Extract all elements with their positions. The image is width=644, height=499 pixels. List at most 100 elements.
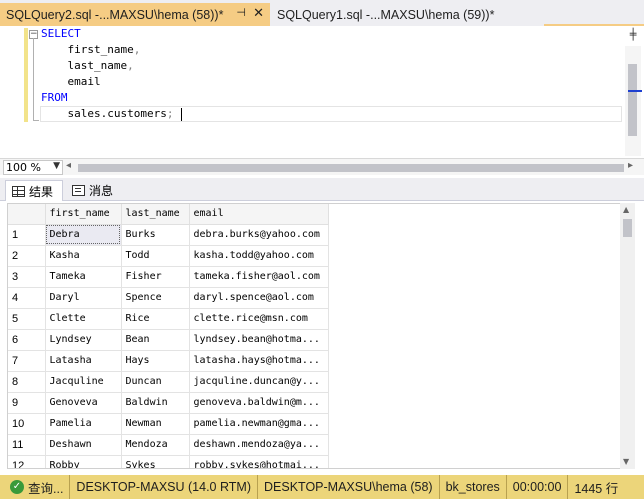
- cell-first-name[interactable]: Pamelia: [45, 413, 122, 435]
- cell-email[interactable]: robby.sykes@hotmai...: [189, 455, 329, 468]
- cell-first-name[interactable]: Robby: [45, 455, 122, 468]
- cell-first-name[interactable]: Lyndsey: [45, 329, 122, 351]
- cell-last-name[interactable]: Rice: [121, 308, 190, 330]
- row-number[interactable]: 9: [8, 392, 46, 414]
- cell-email[interactable]: debra.burks@yahoo.com: [189, 224, 329, 246]
- cell-email[interactable]: latasha.hays@hotma...: [189, 350, 329, 372]
- tab-sqlquery1-title: SQLQuery1.sql -...MAXSU\hema (59))*: [277, 7, 495, 22]
- scroll-right-icon[interactable]: ▸: [628, 160, 633, 171]
- cell-email[interactable]: daryl.spence@aol.com: [189, 287, 329, 309]
- row-number[interactable]: 5: [8, 308, 46, 330]
- query-status-text: 查询...: [28, 481, 64, 496]
- grid-scroll-thumb[interactable]: [623, 219, 632, 237]
- editor-scroll-thumb[interactable]: [628, 64, 637, 136]
- header-row: first_name last_name email: [8, 204, 329, 225]
- table-row[interactable]: 5 Clette Rice clette.rice@msn.com: [8, 308, 329, 330]
- sql-editor[interactable]: − SELECT first_name, last_name, email FR…: [0, 26, 644, 158]
- table-row[interactable]: 10 Pamelia Newman pamelia.newman@gma...: [8, 413, 329, 435]
- table-row[interactable]: 11 Deshawn Mendoza deshawn.mendoza@ya...: [8, 434, 329, 456]
- row-number[interactable]: 4: [8, 287, 46, 309]
- cell-last-name[interactable]: Duncan: [121, 371, 190, 393]
- cell-email[interactable]: deshawn.mendoza@ya...: [189, 434, 329, 456]
- column-header-first-name[interactable]: first_name: [45, 204, 122, 225]
- cell-last-name[interactable]: Burks: [121, 224, 190, 246]
- tab-sqlquery1[interactable]: SQLQuery1.sql -...MAXSU\hema (59))*: [270, 3, 544, 26]
- cell-last-name[interactable]: Hays: [121, 350, 190, 372]
- cell-last-name[interactable]: Todd: [121, 245, 190, 267]
- cell-first-name[interactable]: Daryl: [45, 287, 122, 309]
- row-number[interactable]: 8: [8, 371, 46, 393]
- cell-last-name[interactable]: Spence: [121, 287, 190, 309]
- cell-first-name[interactable]: Latasha: [45, 350, 122, 372]
- row-number[interactable]: 12: [8, 455, 46, 468]
- cell-last-name[interactable]: Mendoza: [121, 434, 190, 456]
- table-row[interactable]: 6 Lyndsey Bean lyndsey.bean@hotma...: [8, 329, 329, 351]
- grid-vertical-scrollbar[interactable]: [620, 203, 635, 469]
- cell-email[interactable]: tameka.fisher@aol.com: [189, 266, 329, 288]
- cell-last-name[interactable]: Bean: [121, 329, 190, 351]
- cell-first-name[interactable]: Genoveva: [45, 392, 122, 414]
- table-row[interactable]: 4 Daryl Spence daryl.spence@aol.com: [8, 287, 329, 309]
- pin-icon[interactable]: ⊣: [236, 6, 246, 19]
- cell-email[interactable]: clette.rice@msn.com: [189, 308, 329, 330]
- cell-last-name[interactable]: Newman: [121, 413, 190, 435]
- cell-email[interactable]: jacquline.duncan@y...: [189, 371, 329, 393]
- editor-horizontal-scroll-thumb[interactable]: [78, 164, 624, 172]
- scroll-up-icon[interactable]: ▲: [623, 205, 629, 214]
- zoom-select[interactable]: 100 % ▼: [3, 160, 63, 175]
- code-token: last_name: [41, 59, 128, 72]
- row-number[interactable]: 2: [8, 245, 46, 267]
- results-grid[interactable]: first_name last_name email 1 Debra Burks…: [7, 203, 621, 469]
- tab-sqlquery2[interactable]: SQLQuery2.sql -...MAXSU\hema (58))* ⊣ ✕: [0, 3, 270, 26]
- code-token: email: [41, 75, 101, 88]
- cell-first-name[interactable]: Deshawn: [45, 434, 122, 456]
- row-number[interactable]: 3: [8, 266, 46, 288]
- cell-first-name[interactable]: Clette: [45, 308, 122, 330]
- row-number-header[interactable]: [8, 204, 46, 225]
- punctuation: ;: [166, 107, 174, 120]
- column-header-email[interactable]: email: [189, 204, 329, 225]
- code-text[interactable]: SELECT first_name, last_name, email FROM…: [41, 26, 173, 122]
- table-row[interactable]: 9 Genoveva Baldwin genoveva.baldwin@m...: [8, 392, 329, 414]
- scroll-down-icon[interactable]: ▼: [623, 457, 629, 466]
- cell-first-name[interactable]: Debra: [45, 224, 122, 246]
- zoom-value: 100 %: [6, 161, 41, 174]
- code-line: email: [41, 74, 173, 90]
- column-header-last-name[interactable]: last_name: [121, 204, 190, 225]
- tab-messages-label: 消息: [89, 184, 114, 198]
- table-row[interactable]: 3 Tameka Fisher tameka.fisher@aol.com: [8, 266, 329, 288]
- row-number[interactable]: 7: [8, 350, 46, 372]
- punctuation: ,: [127, 59, 134, 72]
- cell-first-name[interactable]: Jacquline: [45, 371, 122, 393]
- table-row[interactable]: 12 Robby Sykes robby.sykes@hotmai...: [8, 455, 329, 468]
- cell-email[interactable]: lyndsey.bean@hotma...: [189, 329, 329, 351]
- cell-first-name[interactable]: Kasha: [45, 245, 122, 267]
- cell-first-name[interactable]: Tameka: [45, 266, 122, 288]
- chevron-down-icon[interactable]: ▼: [53, 161, 60, 171]
- row-number[interactable]: 1: [8, 224, 46, 246]
- row-number[interactable]: 11: [8, 434, 46, 456]
- cell-email[interactable]: pamelia.newman@gma...: [189, 413, 329, 435]
- close-tab-icon[interactable]: ✕: [253, 5, 264, 21]
- tab-results[interactable]: 结果: [5, 180, 63, 201]
- elapsed-time: 00:00:00: [505, 475, 568, 499]
- table-row[interactable]: 2 Kasha Todd kasha.todd@yahoo.com: [8, 245, 329, 267]
- scroll-left-icon[interactable]: ◂: [66, 160, 71, 171]
- cell-email[interactable]: kasha.todd@yahoo.com: [189, 245, 329, 267]
- code-line: sales.customers;: [41, 106, 173, 122]
- cell-email[interactable]: genoveva.baldwin@m...: [189, 392, 329, 414]
- grid-icon: [12, 185, 25, 197]
- code-line: SELECT: [41, 26, 173, 42]
- row-number[interactable]: 10: [8, 413, 46, 435]
- table-row[interactable]: 7 Latasha Hays latasha.hays@hotma...: [8, 350, 329, 372]
- cell-last-name[interactable]: Fisher: [121, 266, 190, 288]
- row-number[interactable]: 6: [8, 329, 46, 351]
- change-tracking-margin: [24, 28, 28, 122]
- cell-last-name[interactable]: Baldwin: [121, 392, 190, 414]
- tab-messages[interactable]: 消息: [66, 180, 122, 201]
- split-editor-icon[interactable]: ╪: [626, 28, 640, 44]
- table-row[interactable]: 1 Debra Burks debra.burks@yahoo.com: [8, 224, 329, 246]
- table-row[interactable]: 8 Jacquline Duncan jacquline.duncan@y...: [8, 371, 329, 393]
- cell-last-name[interactable]: Sykes: [121, 455, 190, 468]
- row-count: 1445 行: [567, 475, 624, 499]
